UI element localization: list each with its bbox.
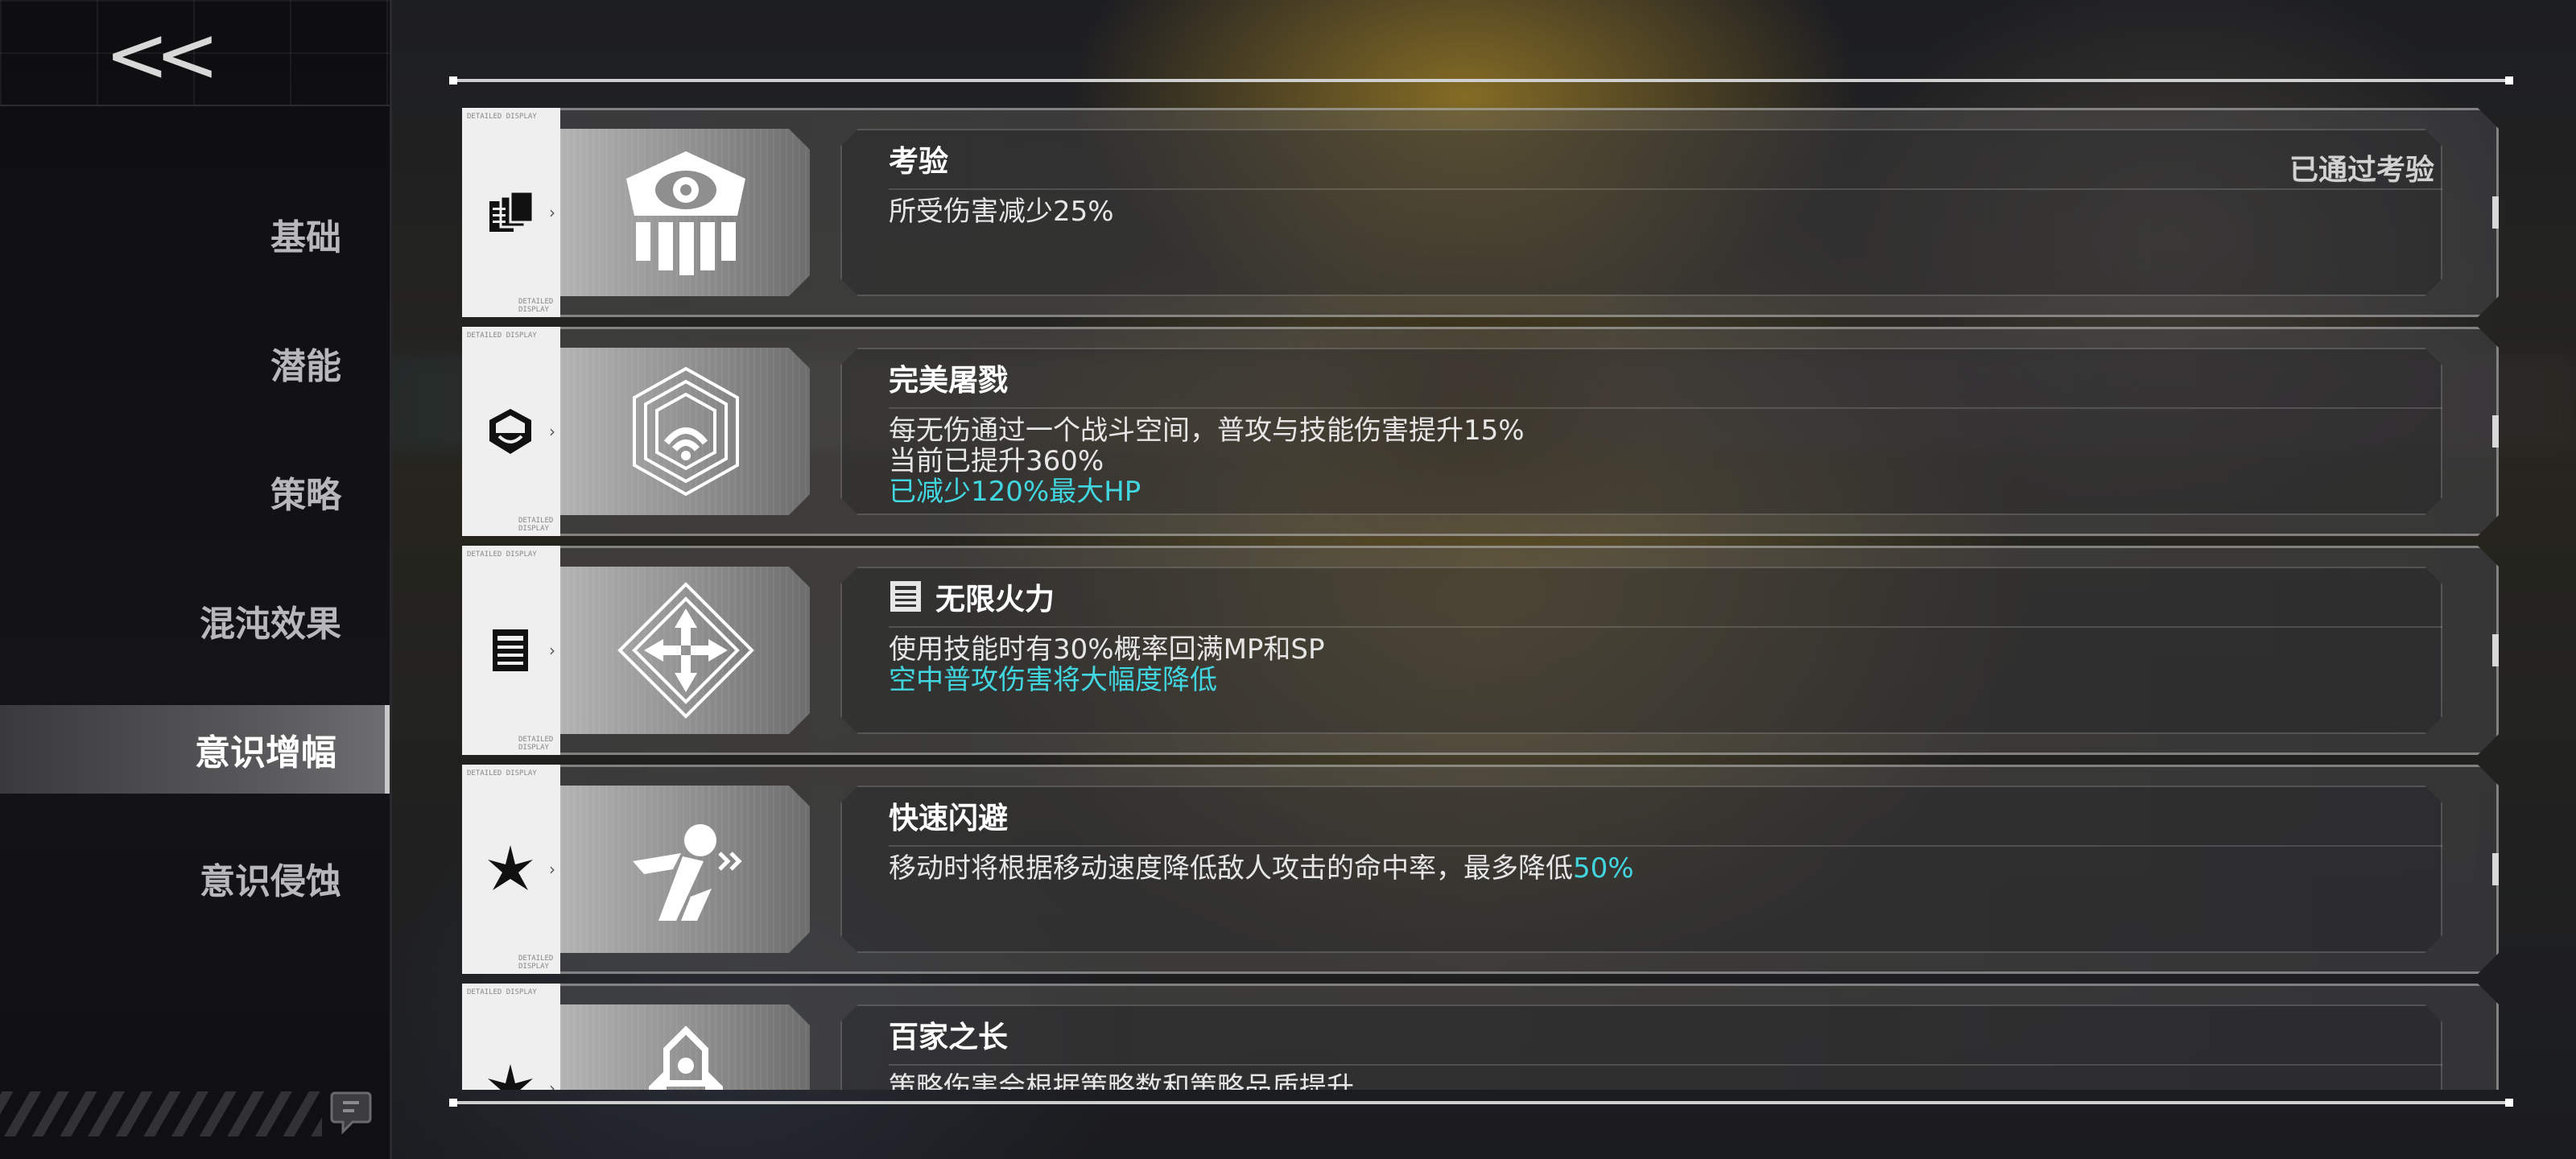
detail-caption: DETAILED DISPLAY bbox=[467, 113, 537, 121]
status-badge: 已通过考验 bbox=[2289, 154, 2434, 187]
description-line: 使用技能时有30%概率回满MP和SP bbox=[889, 633, 1325, 666]
card-side-strip: DETAILED DISPLAY DETAILED DISPLAY › bbox=[462, 108, 560, 317]
chevron-right-icon: › bbox=[549, 422, 555, 441]
stripe-decoration bbox=[0, 1091, 322, 1136]
detail-caption: DETAILED DISPLAY bbox=[467, 551, 537, 559]
card-description: 所受伤害减少25% bbox=[889, 196, 2402, 227]
card-title: 快速闪避 bbox=[889, 801, 1008, 835]
chevron-right-icon: › bbox=[549, 1079, 555, 1090]
card-description: 移动时将根据移动速度降低敌人攻击的命中率，最多降低50% bbox=[889, 853, 2402, 884]
running-figure-icon bbox=[633, 824, 742, 921]
sidebar-item-consciousness-erosion[interactable]: 意识侵蚀 bbox=[0, 834, 390, 922]
highlight-line: 已减少120%最大HP bbox=[889, 476, 1141, 508]
card-side-strip: DETAILED DISPLAY DETAILED DISPLAY › bbox=[462, 546, 560, 755]
diamond-arrows-icon bbox=[617, 582, 754, 719]
detail-caption: DETAILED DISPLAY bbox=[518, 517, 554, 533]
list-bottom-border bbox=[449, 1099, 2513, 1107]
star-burst-icon bbox=[488, 845, 533, 890]
buff-card[interactable]: DETAILED DISPLAY DETAILED DISPLAY › bbox=[462, 108, 2499, 317]
card-description: 策略伤害会根据策略数和策略品质提升 bbox=[889, 1072, 2402, 1090]
detail-caption: DETAILED DISPLAY bbox=[518, 736, 554, 752]
card-title: 百家之长 bbox=[889, 1020, 1008, 1054]
sidebar: << 基础 潜能 策略 混沌效果 意识增幅 意识侵蚀 bbox=[0, 0, 392, 1159]
hex-signal-icon bbox=[633, 366, 739, 497]
card-edge-tab bbox=[2492, 415, 2499, 448]
highlight-value: 50% bbox=[1573, 852, 1634, 885]
buff-card[interactable]: DETAILED DISPLAY DETAILED DISPLAY › 完美屠戮… bbox=[462, 327, 2499, 536]
divider bbox=[889, 407, 2442, 409]
sidebar-item-chaos-effect[interactable]: 混沌效果 bbox=[0, 576, 390, 665]
divider bbox=[889, 188, 2442, 190]
detail-caption: DETAILED DISPLAY bbox=[467, 988, 537, 996]
card-edge-tab bbox=[2492, 853, 2499, 885]
description-line: 所受伤害减少25% bbox=[889, 196, 1114, 228]
buff-list[interactable]: DETAILED DISPLAY DETAILED DISPLAY › 考验 已… bbox=[451, 103, 2512, 1090]
description-line: 移动时将根据移动速度降低敌人攻击的命中率，最多降低50% bbox=[889, 852, 1634, 885]
detail-caption: DETAILED DISPLAY bbox=[518, 298, 554, 314]
divider bbox=[889, 1064, 2442, 1066]
helmet-icon bbox=[489, 409, 531, 454]
sidebar-item-consciousness-boost[interactable]: 意识增幅 bbox=[0, 705, 390, 794]
card-title: 无限火力 bbox=[889, 575, 1055, 618]
buff-card[interactable]: DETAILED DISPLAY DETAILED DISPLAY › 快速闪避… bbox=[462, 765, 2499, 974]
divider bbox=[889, 845, 2442, 847]
card-side-strip: DETAILED DISPLAY DETAILED DISPLAY › bbox=[462, 327, 560, 536]
chevron-right-icon: › bbox=[549, 860, 555, 879]
cards-stack-icon bbox=[489, 190, 535, 232]
detail-caption: DETAILED DISPLAY bbox=[467, 769, 537, 777]
star-burst-icon bbox=[488, 1064, 533, 1090]
mask-icon bbox=[890, 581, 921, 612]
description-line: 当前已提升360% bbox=[889, 445, 1104, 477]
divider bbox=[889, 626, 2442, 628]
eye-temple-icon bbox=[626, 151, 745, 275]
description-line: 每无伤通过一个战斗空间，普攻与技能伤害提升15% bbox=[889, 415, 1525, 447]
detail-caption: DETAILED DISPLAY bbox=[467, 332, 537, 340]
highlight-line: 空中普攻伤害将大幅度降低 bbox=[889, 664, 1217, 696]
detail-caption: DETAILED DISPLAY bbox=[518, 955, 554, 971]
chevron-right-icon: › bbox=[549, 203, 555, 222]
card-side-strip: DETAILED DISPLAY › bbox=[462, 984, 560, 1090]
card-title: 考验 bbox=[889, 144, 948, 179]
list-top-border bbox=[449, 76, 2513, 85]
mask-icon bbox=[493, 629, 528, 671]
chevron-right-icon: › bbox=[549, 641, 555, 660]
card-title: 完美屠戮 bbox=[889, 363, 1008, 398]
back-button[interactable]: << bbox=[105, 16, 220, 93]
sidebar-item-basic[interactable]: 基础 bbox=[0, 190, 390, 278]
sidebar-item-potential[interactable]: 潜能 bbox=[0, 319, 390, 407]
card-side-strip: DETAILED DISPLAY DETAILED DISPLAY › bbox=[462, 765, 560, 974]
help-bubble-icon[interactable] bbox=[328, 1088, 374, 1136]
description-line: 策略伤害会根据策略数和策略品质提升 bbox=[889, 1071, 1354, 1090]
rocket-shield-icon bbox=[649, 1025, 723, 1090]
buff-card[interactable]: DETAILED DISPLAY › 百家之长 策略伤害会根据策略数和策略品质提… bbox=[462, 984, 2499, 1090]
buff-card[interactable]: DETAILED DISPLAY DETAILED DISPLAY › bbox=[462, 546, 2499, 755]
sidebar-item-strategy[interactable]: 策略 bbox=[0, 448, 390, 536]
card-edge-tab bbox=[2492, 634, 2499, 666]
card-edge-tab bbox=[2492, 196, 2499, 229]
card-description: 每无伤通过一个战斗空间，普攻与技能伤害提升15% 当前已提升360% 已减少12… bbox=[889, 415, 2402, 507]
card-description: 使用技能时有30%概率回满MP和SP 空中普攻伤害将大幅度降低 bbox=[889, 634, 2402, 695]
